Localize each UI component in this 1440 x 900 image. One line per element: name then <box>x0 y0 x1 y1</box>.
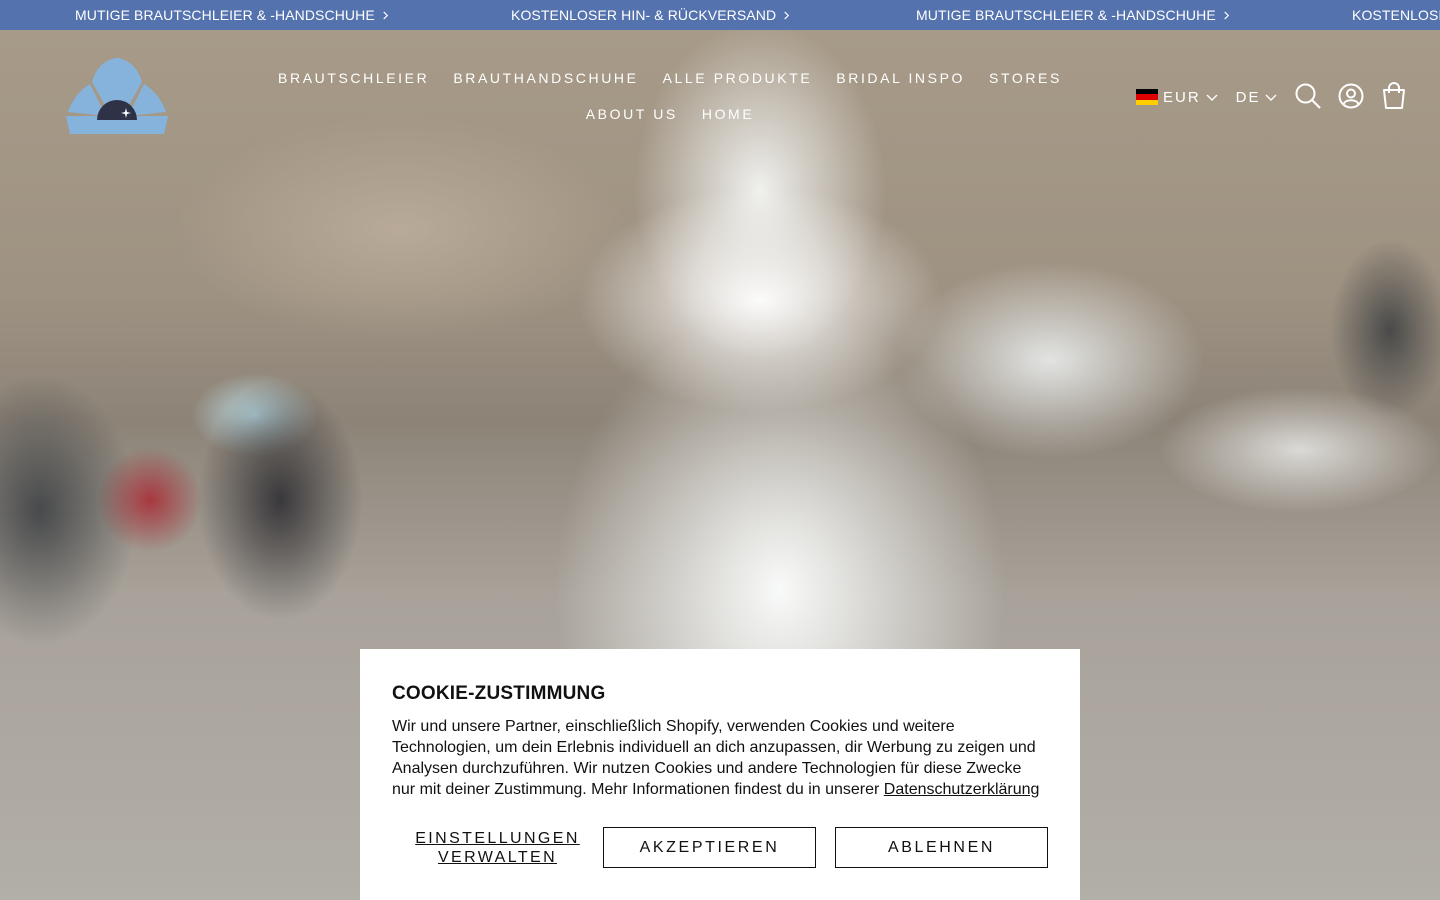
main-nav: BRAUTSCHLEIER BRAUTHANDSCHUHE ALLE PRODU… <box>250 60 1090 140</box>
seashell-logo[interactable] <box>64 54 170 138</box>
cookie-text: Wir und unsere Partner, einschließlich S… <box>392 716 1042 800</box>
privacy-policy-link[interactable]: Datenschutzerklärung <box>884 781 1040 798</box>
chevron-right-icon <box>1224 10 1229 20</box>
announcement-item[interactable]: KOSTENLOSER HIN- & RÜCKVERSAND <box>511 0 791 30</box>
announcement-text: MUTIGE BRAUTSCHLEIER & -HANDSCHUHE <box>75 7 375 23</box>
announcement-text: KOSTENLOSER HIN- & RÜCKVERSAND <box>511 7 777 23</box>
cookie-consent-dialog: COOKIE-ZUSTIMMUNG Wir und unsere Partner… <box>360 649 1080 900</box>
decline-button[interactable]: ABLEHNEN <box>835 827 1048 868</box>
language-label: DE <box>1235 88 1261 106</box>
announcement-item[interactable]: KOSTENLOSER HIN- & RÜCKVERSAND <box>1352 0 1440 30</box>
nav-item-about-us[interactable]: ABOUT US <box>574 96 690 132</box>
currency-selector[interactable]: EUR <box>1136 89 1218 106</box>
account-icon[interactable] <box>1337 82 1365 110</box>
localization: EUR DE <box>1136 80 1277 114</box>
nav-item-home[interactable]: HOME <box>690 96 766 132</box>
germany-flag-icon <box>1136 89 1158 105</box>
currency-label: EUR <box>1163 88 1201 106</box>
nav-item-stores[interactable]: STORES <box>977 60 1074 96</box>
chevron-right-icon <box>383 10 388 20</box>
announcement-item[interactable]: MUTIGE BRAUTSCHLEIER & -HANDSCHUHE <box>75 0 390 30</box>
nav-item-alle-produkte[interactable]: ALLE PRODUKTE <box>651 60 825 96</box>
search-icon[interactable] <box>1294 82 1322 110</box>
chevron-down-icon <box>1265 94 1277 101</box>
seashell-logo-icon <box>66 58 168 134</box>
chevron-right-icon <box>784 10 790 20</box>
announcement-text: KOSTENLOSER HIN- & RÜCKVERSAND <box>1352 7 1440 23</box>
nav-item-bridal-inspo[interactable]: BRIDAL INSPO <box>824 60 977 96</box>
cookie-title: COOKIE-ZUSTIMMUNG <box>392 683 606 704</box>
cookie-actions: EINSTELLUNGEN VERWALTEN AKZEPTIEREN ABLE… <box>392 827 1048 868</box>
announcement-bar: MUTIGE BRAUTSCHLEIER & -HANDSCHUHE KOSTE… <box>0 0 1440 30</box>
announcement-item[interactable]: MUTIGE BRAUTSCHLEIER & -HANDSCHUHE <box>916 0 1231 30</box>
accept-button[interactable]: AKZEPTIEREN <box>603 827 816 868</box>
announcement-text: MUTIGE BRAUTSCHLEIER & -HANDSCHUHE <box>916 7 1216 23</box>
manage-settings-button[interactable]: EINSTELLUNGEN VERWALTEN <box>392 827 603 868</box>
chevron-down-icon <box>1206 94 1218 101</box>
nav-item-brauthandschuhe[interactable]: BRAUTHANDSCHUHE <box>441 60 650 96</box>
cart-icon[interactable] <box>1380 82 1408 110</box>
nav-item-brautschleier[interactable]: BRAUTSCHLEIER <box>266 60 441 96</box>
language-selector[interactable]: DE <box>1236 89 1277 106</box>
